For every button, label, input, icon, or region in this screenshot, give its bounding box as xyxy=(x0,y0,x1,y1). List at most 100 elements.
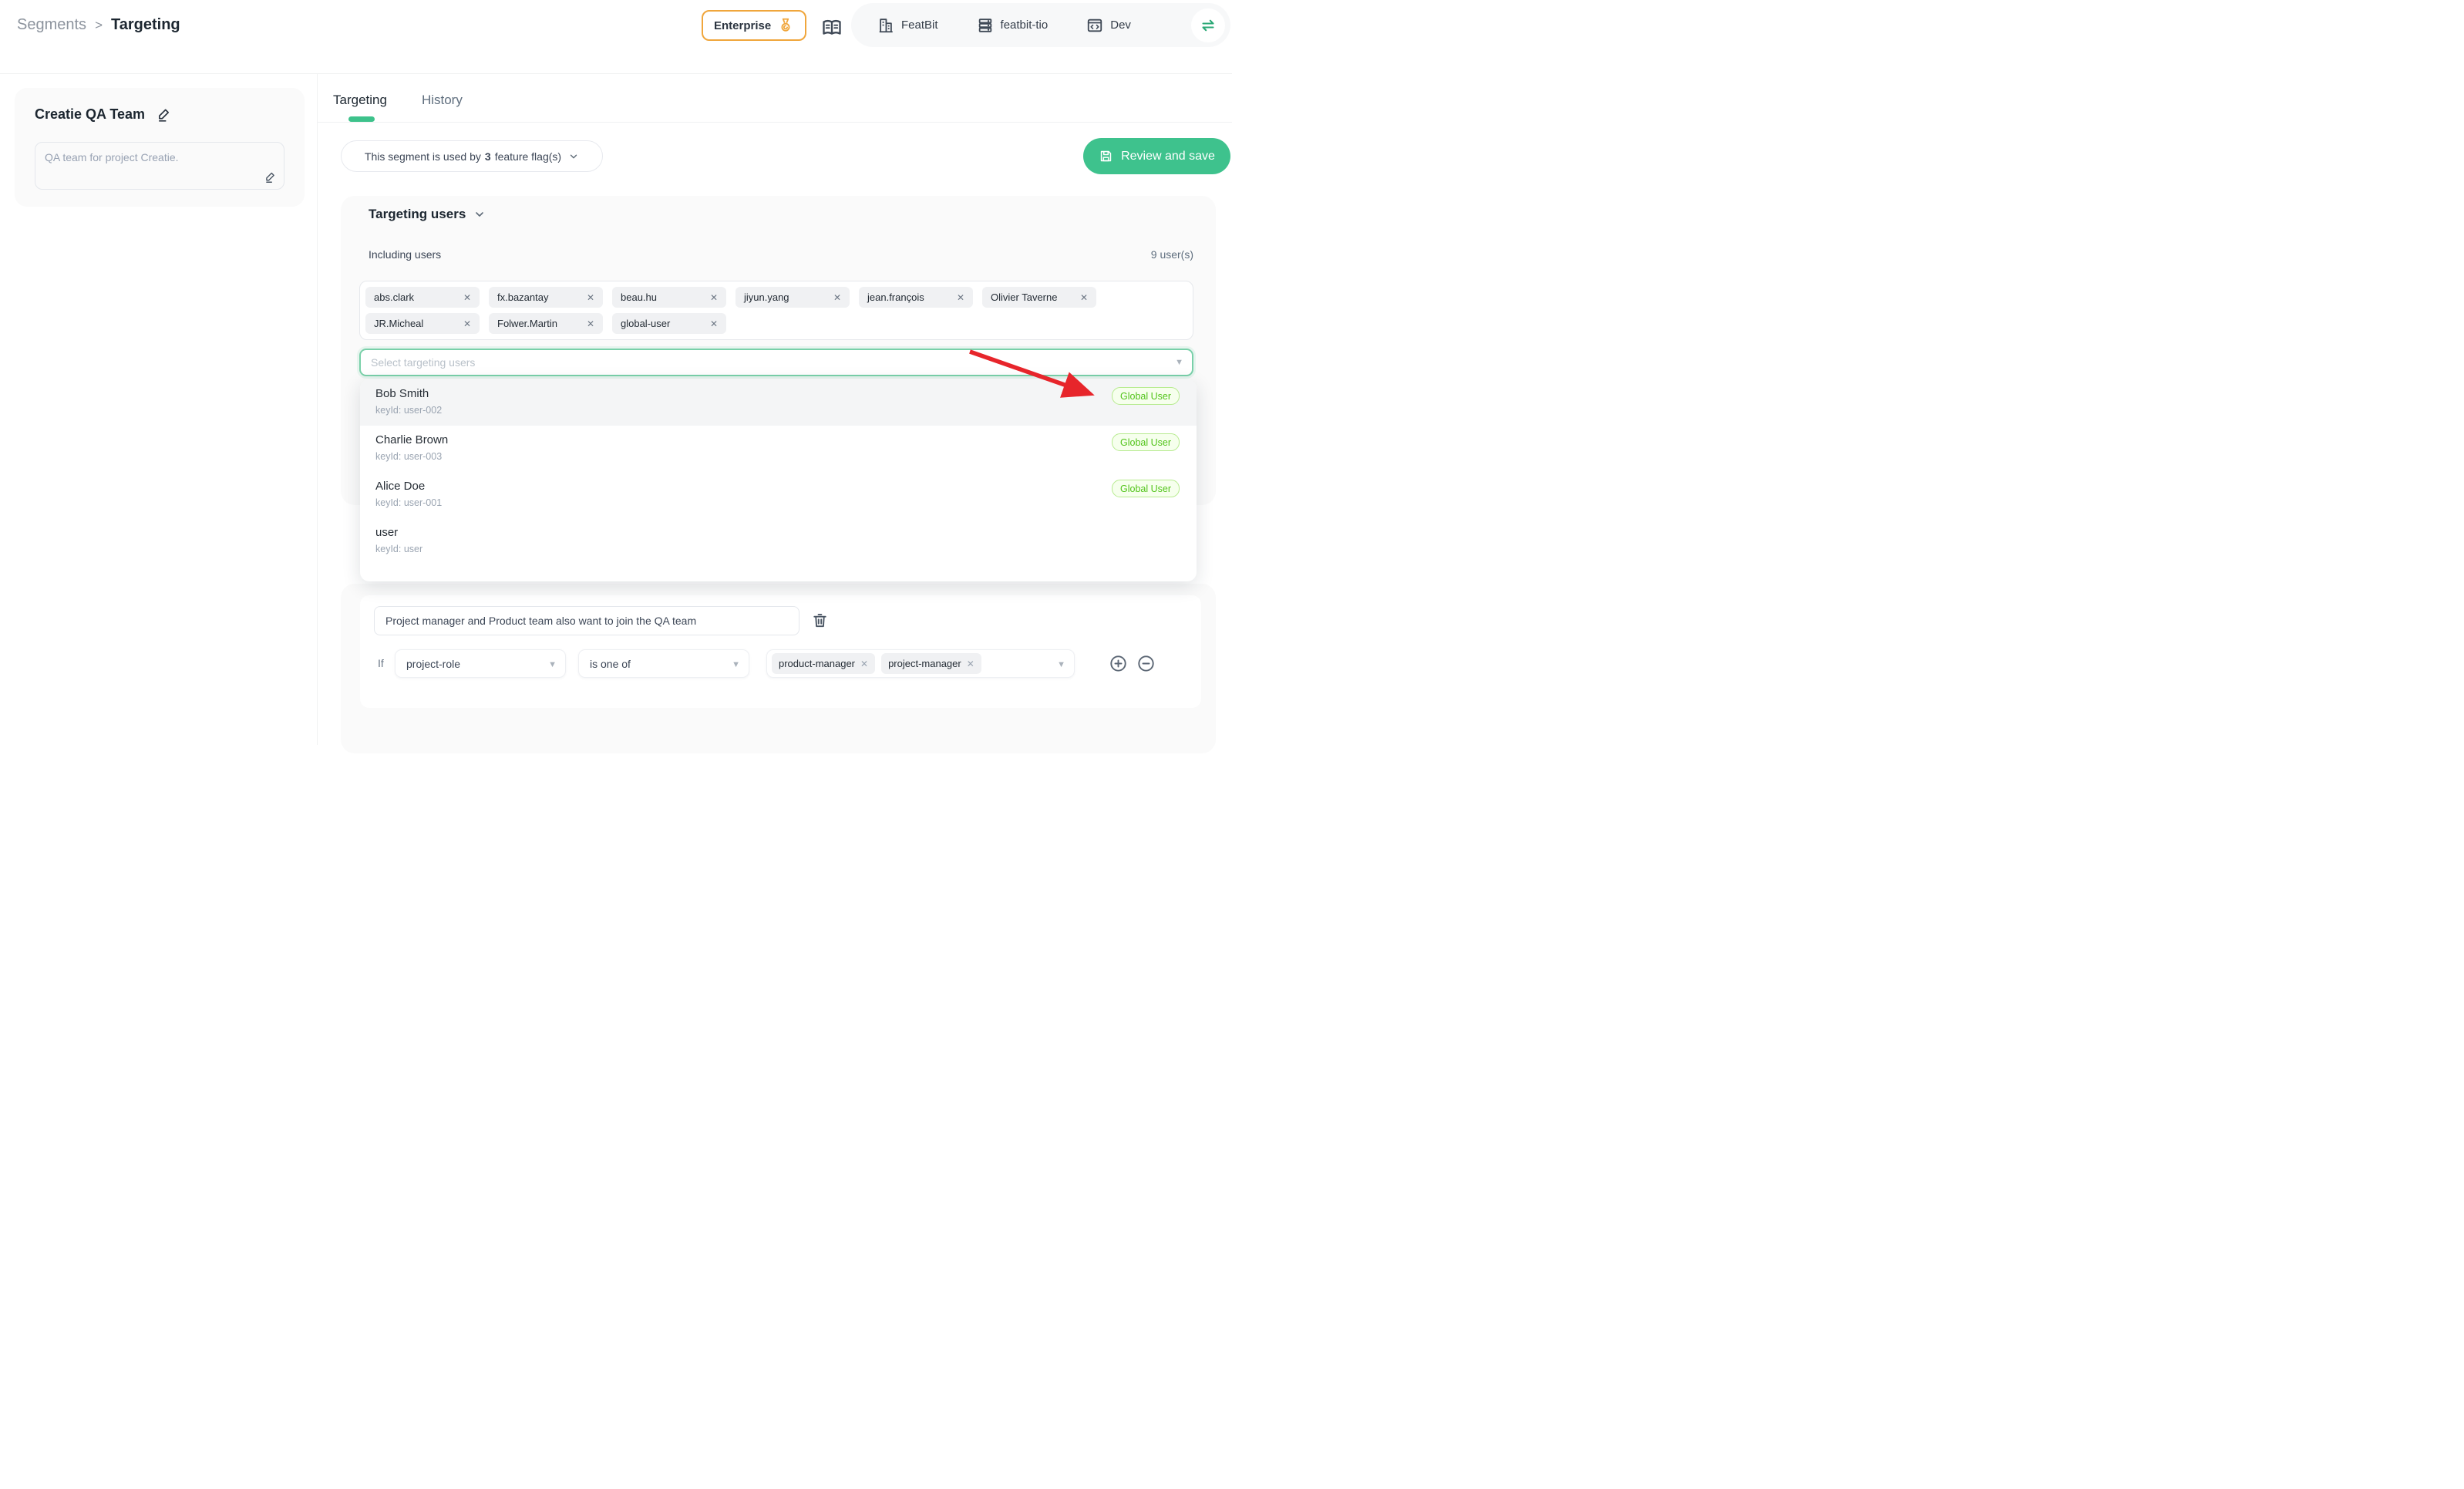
rule-value-label: project-manager xyxy=(888,658,961,669)
global-user-badge: Global User xyxy=(1112,433,1180,451)
user-chip[interactable]: abs.clark ✕ xyxy=(365,287,480,308)
user-chip[interactable]: fx.bazantay ✕ xyxy=(489,287,603,308)
rule-operator-select[interactable]: is one of ▼ xyxy=(578,649,749,678)
rule-operator-value: is one of xyxy=(590,658,631,670)
remove-user-icon[interactable]: ✕ xyxy=(957,292,964,303)
collapse-chevron-icon xyxy=(473,208,486,221)
user-chip[interactable]: Folwer.Martin ✕ xyxy=(489,313,603,334)
dropdown-arrow-icon: ▼ xyxy=(732,660,740,669)
user-option[interactable]: Charlie Brown keyId: user-003 Global Use… xyxy=(360,426,1197,472)
user-chip-label: jiyun.yang xyxy=(744,291,789,303)
review-and-save-label: Review and save xyxy=(1121,150,1215,163)
breadcrumb-segments-link[interactable]: Segments xyxy=(17,16,86,34)
global-user-badge: Global User xyxy=(1112,480,1180,497)
user-chip[interactable]: jean.françois ✕ xyxy=(859,287,973,308)
rule-box: If project-role ▼ is one of ▼ ▼ product-… xyxy=(360,595,1201,708)
rule-name-input[interactable] xyxy=(374,606,799,635)
active-tab-indicator xyxy=(348,116,375,122)
user-chip[interactable]: beau.hu ✕ xyxy=(612,287,726,308)
user-chip-label: Folwer.Martin xyxy=(497,318,557,329)
remove-user-icon[interactable]: ✕ xyxy=(587,318,594,329)
user-count: 9 user(s) xyxy=(1151,248,1193,261)
remove-user-icon[interactable]: ✕ xyxy=(833,292,841,303)
tab-targeting[interactable]: Targeting xyxy=(333,93,387,108)
remove-value-icon[interactable]: ✕ xyxy=(967,659,974,669)
environment-selector[interactable]: Dev xyxy=(1086,17,1131,34)
save-icon xyxy=(1099,149,1113,163)
rule-value-chip[interactable]: product-manager ✕ xyxy=(772,653,875,674)
user-option-name: Alice Doe xyxy=(375,480,1181,493)
user-chip-label: global-user xyxy=(621,318,670,329)
global-user-badge: Global User xyxy=(1112,387,1180,405)
segment-title: Creatie QA Team xyxy=(35,106,145,123)
select-targeting-users-input[interactable] xyxy=(359,349,1193,376)
user-chip-label: Olivier Taverne xyxy=(991,291,1057,303)
remove-value-icon[interactable]: ✕ xyxy=(860,659,868,669)
project-label: FeatBit xyxy=(901,19,938,32)
remove-condition-button[interactable] xyxy=(1137,655,1155,672)
user-chip-label: jean.françois xyxy=(867,291,924,303)
code-window-icon xyxy=(1086,17,1103,34)
segment-description-box[interactable]: QA team for project Creatie. xyxy=(35,142,284,190)
user-option[interactable]: Alice Doe keyId: user-001 Global User xyxy=(360,472,1197,518)
remove-user-icon[interactable]: ✕ xyxy=(587,292,594,303)
review-and-save-button[interactable]: Review and save xyxy=(1083,138,1230,174)
remove-user-icon[interactable]: ✕ xyxy=(710,318,718,329)
organization-selector[interactable]: featbit-tio xyxy=(977,17,1049,34)
segment-title-row: Creatie QA Team xyxy=(35,106,172,123)
user-chip-label: JR.Micheal xyxy=(374,318,423,329)
header-divider xyxy=(0,73,1232,74)
tab-divider xyxy=(318,122,1232,123)
user-chip[interactable]: jiyun.yang ✕ xyxy=(735,287,850,308)
edit-title-icon[interactable] xyxy=(156,106,172,123)
building-icon xyxy=(877,17,894,34)
add-condition-button[interactable] xyxy=(1109,655,1127,672)
rule-values-multiselect[interactable]: ▼ product-manager ✕ project-manager ✕ xyxy=(766,649,1075,678)
usage-count: 3 xyxy=(485,150,491,163)
user-option[interactable]: user keyId: user xyxy=(360,518,1197,564)
rule-property-select[interactable]: project-role ▼ xyxy=(395,649,566,678)
delete-rule-button[interactable] xyxy=(811,611,829,629)
segment-description-text: QA team for project Creatie. xyxy=(45,151,179,163)
targeting-users-heading[interactable]: Targeting users xyxy=(369,207,486,222)
rule-card: If project-role ▼ is one of ▼ ▼ product-… xyxy=(341,584,1216,753)
flag-usage-pill[interactable]: This segment is used by 3 feature flag(s… xyxy=(341,140,603,172)
remove-user-icon[interactable]: ✕ xyxy=(463,292,471,303)
chevron-down-icon xyxy=(568,151,579,162)
user-chip[interactable]: global-user ✕ xyxy=(612,313,726,334)
breadcrumb-current-page: Targeting xyxy=(111,16,180,34)
edit-description-icon[interactable] xyxy=(264,170,277,184)
remove-user-icon[interactable]: ✕ xyxy=(1080,292,1088,303)
book-icon xyxy=(821,17,843,39)
usage-prefix: This segment is used by xyxy=(365,150,481,163)
user-chip[interactable]: JR.Micheal ✕ xyxy=(365,313,480,334)
remove-user-icon[interactable]: ✕ xyxy=(710,292,718,303)
user-option[interactable]: Bob Smith keyId: user-002 Global User xyxy=(360,379,1197,426)
swap-arrows-icon xyxy=(1199,16,1217,35)
user-chip-label: abs.clark xyxy=(374,291,414,303)
dropdown-arrow-icon: ▼ xyxy=(1057,660,1065,669)
user-option-key: keyId: user-002 xyxy=(375,405,1181,416)
user-chip[interactable]: Olivier Taverne ✕ xyxy=(982,287,1096,308)
medal-icon xyxy=(777,17,794,34)
user-option-key: keyId: user xyxy=(375,544,1181,554)
user-option-key: keyId: user-003 xyxy=(375,451,1181,462)
tab-history[interactable]: History xyxy=(422,93,463,108)
breadcrumb-separator: > xyxy=(95,18,103,33)
sidebar-divider xyxy=(317,73,318,745)
rule-value-label: product-manager xyxy=(779,658,855,669)
if-label: If xyxy=(378,657,384,669)
remove-user-icon[interactable]: ✕ xyxy=(463,318,471,329)
docs-book-button[interactable] xyxy=(820,16,843,39)
plan-badge[interactable]: Enterprise xyxy=(702,10,806,41)
switch-context-button[interactable] xyxy=(1191,8,1225,42)
user-option-name: Charlie Brown xyxy=(375,433,1181,446)
project-selector[interactable]: FeatBit xyxy=(877,17,938,34)
rule-value-chip[interactable]: project-manager ✕ xyxy=(881,653,981,674)
organization-label: featbit-tio xyxy=(1001,19,1049,32)
targeting-users-title: Targeting users xyxy=(369,207,466,222)
user-chip-label: fx.bazantay xyxy=(497,291,549,303)
user-option-name: user xyxy=(375,526,1181,539)
user-option-name: Bob Smith xyxy=(375,387,1181,400)
user-dropdown: Bob Smith keyId: user-002 Global User Ch… xyxy=(360,379,1197,581)
